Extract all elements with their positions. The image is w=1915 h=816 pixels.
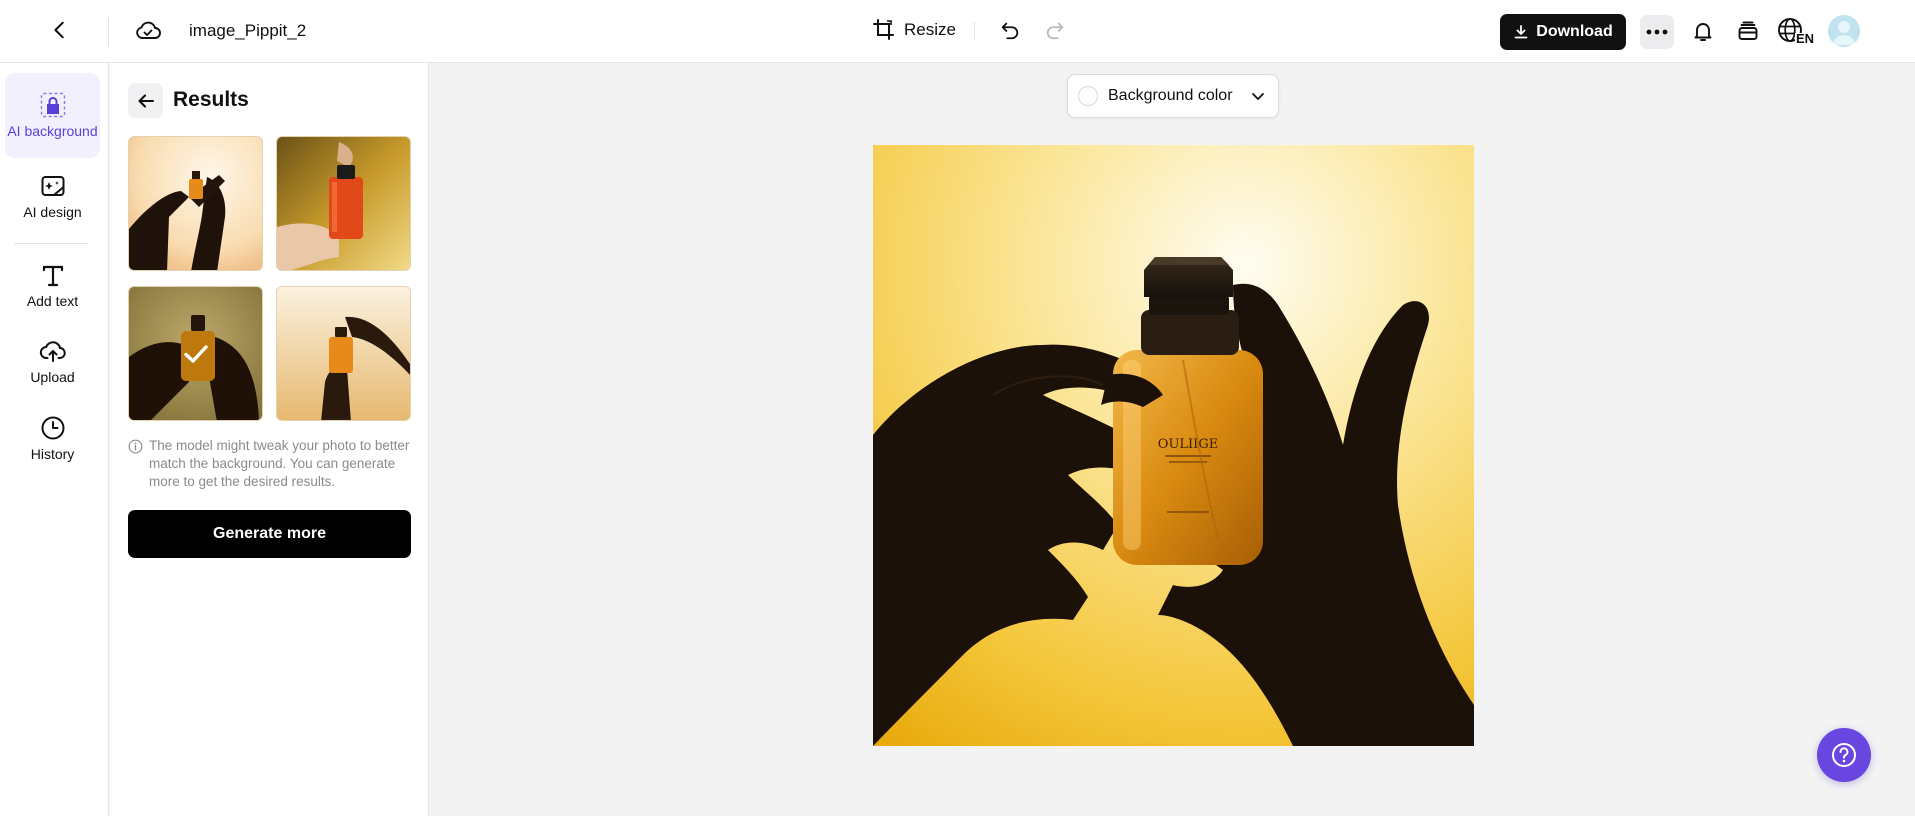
chevron-left-icon [54,21,64,39]
rail-label: Add text [26,292,79,309]
background-color-dropdown[interactable]: Background color [1067,74,1279,118]
resize-icon [873,19,894,40]
resize-label: Resize [904,20,956,39]
upload-cloud-icon [39,337,67,365]
text-icon [40,261,66,289]
more-options-button[interactable] [1640,15,1674,49]
divider [108,18,109,46]
cloud-sync-button[interactable] [132,14,164,46]
info-icon [128,439,143,454]
bell-icon [1694,23,1712,41]
info-text: The model might tweak your photo to bett… [149,438,410,489]
help-icon [1832,743,1856,767]
rail-item-add-text[interactable]: Add text [5,255,100,315]
result-thumbnail-3[interactable] [128,286,263,421]
download-label: Download [1536,23,1613,40]
results-panel: Results The model might tweak your photo… [110,63,429,816]
rail-label: AI background [7,123,98,139]
layers-card-icon [1738,21,1758,40]
help-button[interactable] [1817,728,1871,782]
selected-check-icon [183,344,208,363]
tool-rail: AI background AI design Add text Upload … [0,63,109,816]
rail-item-upload[interactable]: Upload [5,331,100,391]
panel-title: Results [173,88,249,111]
user-avatar[interactable] [1828,15,1860,47]
result-thumbnail-2[interactable] [276,136,411,271]
ai-design-icon [40,172,66,200]
file-name[interactable]: image_Pippit_2C [189,19,307,43]
subscription-button[interactable] [1731,14,1765,48]
generate-more-button[interactable]: Generate more [128,510,411,558]
rail-label: AI design [23,203,82,220]
arrow-left-icon [137,93,154,108]
divider [974,22,975,40]
rail-label: Upload [30,368,75,385]
avatar-icon [1833,21,1855,45]
back-button[interactable] [44,14,76,46]
download-button[interactable]: Download [1500,14,1626,50]
notifications-button[interactable] [1686,14,1720,48]
results-back-button[interactable] [128,83,163,118]
result-thumbnail-4[interactable] [276,286,411,421]
chevron-down-icon [1252,93,1264,100]
color-swatch [1078,86,1098,106]
result-thumbnail-1[interactable] [128,136,263,271]
more-horizontal-icon [1646,29,1668,35]
rail-item-ai-design[interactable]: AI design [5,163,100,229]
language-code: EN [1796,31,1815,46]
redo-button[interactable] [1039,14,1071,46]
clock-icon [40,414,66,442]
background-color-label: Background color [1108,87,1233,104]
undo-icon [1001,22,1019,40]
top-bar: image_Pippit_2C Resize Download EN [0,0,1915,63]
rail-label: History [30,445,75,462]
ai-background-icon [40,91,66,119]
download-icon [1514,25,1528,39]
undo-button[interactable] [994,14,1026,46]
resize-button[interactable]: Resize [872,14,956,46]
language-button[interactable]: EN [1776,14,1816,50]
rail-item-history[interactable]: History [5,408,100,468]
redo-icon [1046,22,1064,40]
cloud-check-icon [136,21,161,39]
rail-divider [14,243,88,244]
rail-item-ai-background[interactable]: AI background [5,73,100,158]
bottle-label-decorative: OULIIGE [1158,437,1218,452]
info-note: The model might tweak your photo to bett… [128,437,418,491]
canvas-image[interactable]: OULIIGE [873,145,1474,746]
